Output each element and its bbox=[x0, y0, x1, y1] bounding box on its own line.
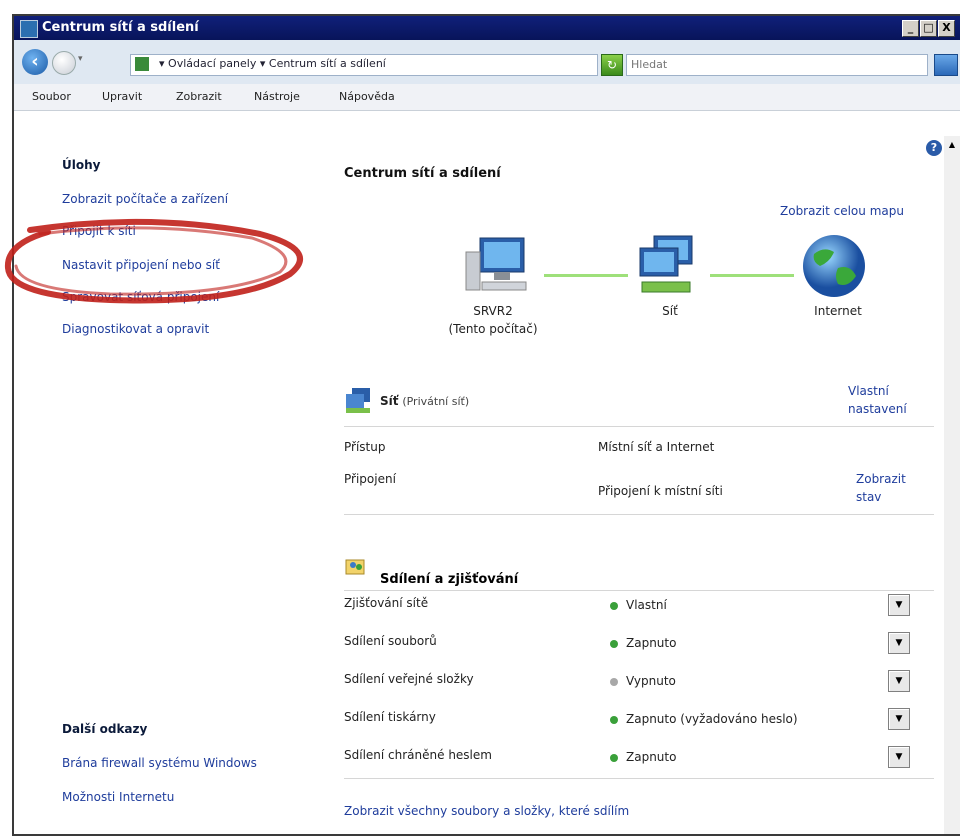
access-label: Přístup bbox=[344, 440, 386, 454]
link-windows-firewall[interactable]: Brána firewall systému Windows bbox=[62, 756, 257, 770]
window: Centrum sítí a sdílení _ □ X ‹ ▾ ▾ Ovlád… bbox=[12, 14, 960, 836]
expand-dropdown-button[interactable]: ▼ bbox=[888, 632, 910, 654]
view-status-link-line2[interactable]: stav bbox=[856, 490, 881, 504]
breadcrumb: ▾ Ovládací panely ▾ Centrum sítí a sdíle… bbox=[159, 57, 386, 70]
sharing-title: Sdílení a zjišťování bbox=[380, 572, 519, 587]
share-row-value-text: Vlastní bbox=[626, 598, 667, 612]
menu-bar: Soubor Upravit Zobrazit Nástroje Nápověd… bbox=[14, 84, 960, 111]
connection-line bbox=[544, 274, 628, 277]
menu-file[interactable]: Soubor bbox=[32, 90, 71, 103]
network-type: (Privátní síť) bbox=[402, 395, 470, 408]
menu-edit[interactable]: Upravit bbox=[102, 90, 142, 103]
search-box[interactable] bbox=[626, 54, 928, 76]
share-row-value-text: Zapnuto bbox=[626, 750, 677, 764]
breadcrumb-network-center[interactable]: Centrum sítí a sdílení bbox=[269, 57, 386, 70]
back-arrow-icon[interactable]: ‹ bbox=[22, 49, 48, 75]
divider bbox=[344, 778, 934, 779]
status-dot-icon bbox=[610, 715, 618, 724]
share-row-label: Sdílení veřejné složky bbox=[344, 672, 474, 686]
divider bbox=[344, 590, 934, 591]
menu-tools[interactable]: Nástroje bbox=[254, 90, 300, 103]
share-row-value: Zapnuto (vyžadováno heslo) bbox=[610, 712, 798, 726]
tasks-heading: Úlohy bbox=[62, 158, 101, 172]
title-bar[interactable]: Centrum sítí a sdílení _ □ X bbox=[14, 16, 960, 40]
share-row-label: Sdílení souborů bbox=[344, 634, 437, 648]
breadcrumb-sep-icon[interactable]: ▾ bbox=[260, 57, 266, 70]
share-row-label: Zjišťování sítě bbox=[344, 596, 429, 610]
divider bbox=[344, 426, 934, 427]
minimize-button[interactable]: _ bbox=[902, 20, 919, 37]
view-shared-files-link[interactable]: Zobrazit všechny soubory a složky, které… bbox=[344, 804, 629, 818]
menu-help[interactable]: Nápověda bbox=[339, 90, 395, 103]
network-node-label: Síť bbox=[662, 304, 678, 318]
status-dot-icon bbox=[610, 601, 618, 610]
search-icon[interactable] bbox=[934, 54, 958, 76]
share-row-value-text: Vypnuto bbox=[626, 674, 676, 688]
view-status-link-line1[interactable]: Zobrazit bbox=[856, 472, 906, 486]
task-setup-connection[interactable]: Nastavit připojení nebo síť bbox=[62, 258, 220, 272]
page-title: Centrum sítí a sdílení bbox=[344, 166, 501, 181]
network-name-text: Síť bbox=[380, 394, 399, 408]
share-row-value: Zapnuto bbox=[610, 636, 676, 650]
sharing-icon bbox=[345, 559, 365, 575]
share-row-value: Zapnuto bbox=[610, 750, 676, 764]
network-small-icon bbox=[346, 388, 370, 413]
customize-link-line1[interactable]: Vlastní bbox=[848, 384, 889, 398]
share-row-value-text: Zapnuto bbox=[626, 636, 677, 650]
task-connect-network[interactable]: Připojit k síti bbox=[62, 224, 136, 238]
network-name: Síť (Privátní síť) bbox=[380, 394, 469, 408]
history-dropdown-icon[interactable]: ▾ bbox=[78, 54, 83, 64]
computer-sub-label: (Tento počítač) bbox=[448, 322, 538, 336]
globe-icon bbox=[803, 235, 865, 297]
connection-label: Připojení bbox=[344, 472, 396, 486]
menu-view[interactable]: Zobrazit bbox=[176, 90, 222, 103]
expand-dropdown-button[interactable]: ▼ bbox=[888, 670, 910, 692]
close-button[interactable]: X bbox=[938, 20, 955, 37]
computer-icon bbox=[465, 237, 527, 291]
share-row-value: Vlastní bbox=[610, 598, 667, 612]
refresh-icon[interactable]: ↻ bbox=[601, 54, 623, 76]
internet-node-label: Internet bbox=[814, 304, 862, 318]
scroll-up-icon[interactable]: ▲ bbox=[946, 140, 958, 150]
breadcrumb-control-panel[interactable]: Ovládací panely bbox=[168, 57, 256, 70]
view-full-map-link[interactable]: Zobrazit celou mapu bbox=[780, 204, 904, 218]
task-diagnose-repair[interactable]: Diagnostikovat a opravit bbox=[62, 322, 209, 336]
network-icon bbox=[639, 235, 693, 293]
help-icon[interactable]: ? bbox=[926, 140, 942, 156]
breadcrumb-sep-icon[interactable]: ▾ bbox=[159, 57, 165, 70]
divider bbox=[344, 514, 934, 515]
expand-dropdown-button[interactable]: ▼ bbox=[888, 746, 910, 768]
share-row-value-text: Zapnuto (vyžadováno heslo) bbox=[626, 712, 798, 726]
search-input[interactable] bbox=[627, 55, 921, 73]
share-row-label: Sdílení tiskárny bbox=[344, 710, 436, 724]
address-field[interactable]: ▾ Ovládací panely ▾ Centrum sítí a sdíle… bbox=[130, 54, 696, 76]
maximize-button[interactable]: □ bbox=[920, 20, 937, 37]
forward-arrow-icon[interactable] bbox=[52, 51, 76, 75]
window-title: Centrum sítí a sdílení bbox=[42, 20, 199, 35]
customize-link-line2[interactable]: nastavení bbox=[848, 402, 907, 416]
connection-value: Připojení k místní síti bbox=[598, 484, 723, 498]
share-row-value: Vypnuto bbox=[610, 674, 676, 688]
connection-line bbox=[710, 274, 794, 277]
vertical-scrollbar[interactable] bbox=[944, 136, 960, 834]
status-dot-icon bbox=[610, 677, 618, 686]
task-manage-connections[interactable]: Spravovat síťová připojení bbox=[62, 290, 219, 304]
computer-name-label: SRVR2 bbox=[473, 304, 513, 318]
expand-dropdown-button[interactable]: ▼ bbox=[888, 594, 910, 616]
status-dot-icon bbox=[610, 753, 618, 762]
network-app-icon bbox=[20, 20, 38, 38]
link-internet-options[interactable]: Možnosti Internetu bbox=[62, 790, 174, 804]
share-row-label: Sdílení chráněné heslem bbox=[344, 748, 492, 762]
address-toolbar: ‹ ▾ ▾ Ovládací panely ▾ Centrum sítí a s… bbox=[14, 40, 960, 85]
network-folder-icon bbox=[135, 57, 149, 71]
expand-dropdown-button[interactable]: ▼ bbox=[888, 708, 910, 730]
access-value: Místní síť a Internet bbox=[598, 440, 715, 454]
other-links-heading: Další odkazy bbox=[62, 722, 148, 736]
task-view-computers[interactable]: Zobrazit počítače a zařízení bbox=[62, 192, 228, 206]
status-dot-icon bbox=[610, 639, 618, 648]
